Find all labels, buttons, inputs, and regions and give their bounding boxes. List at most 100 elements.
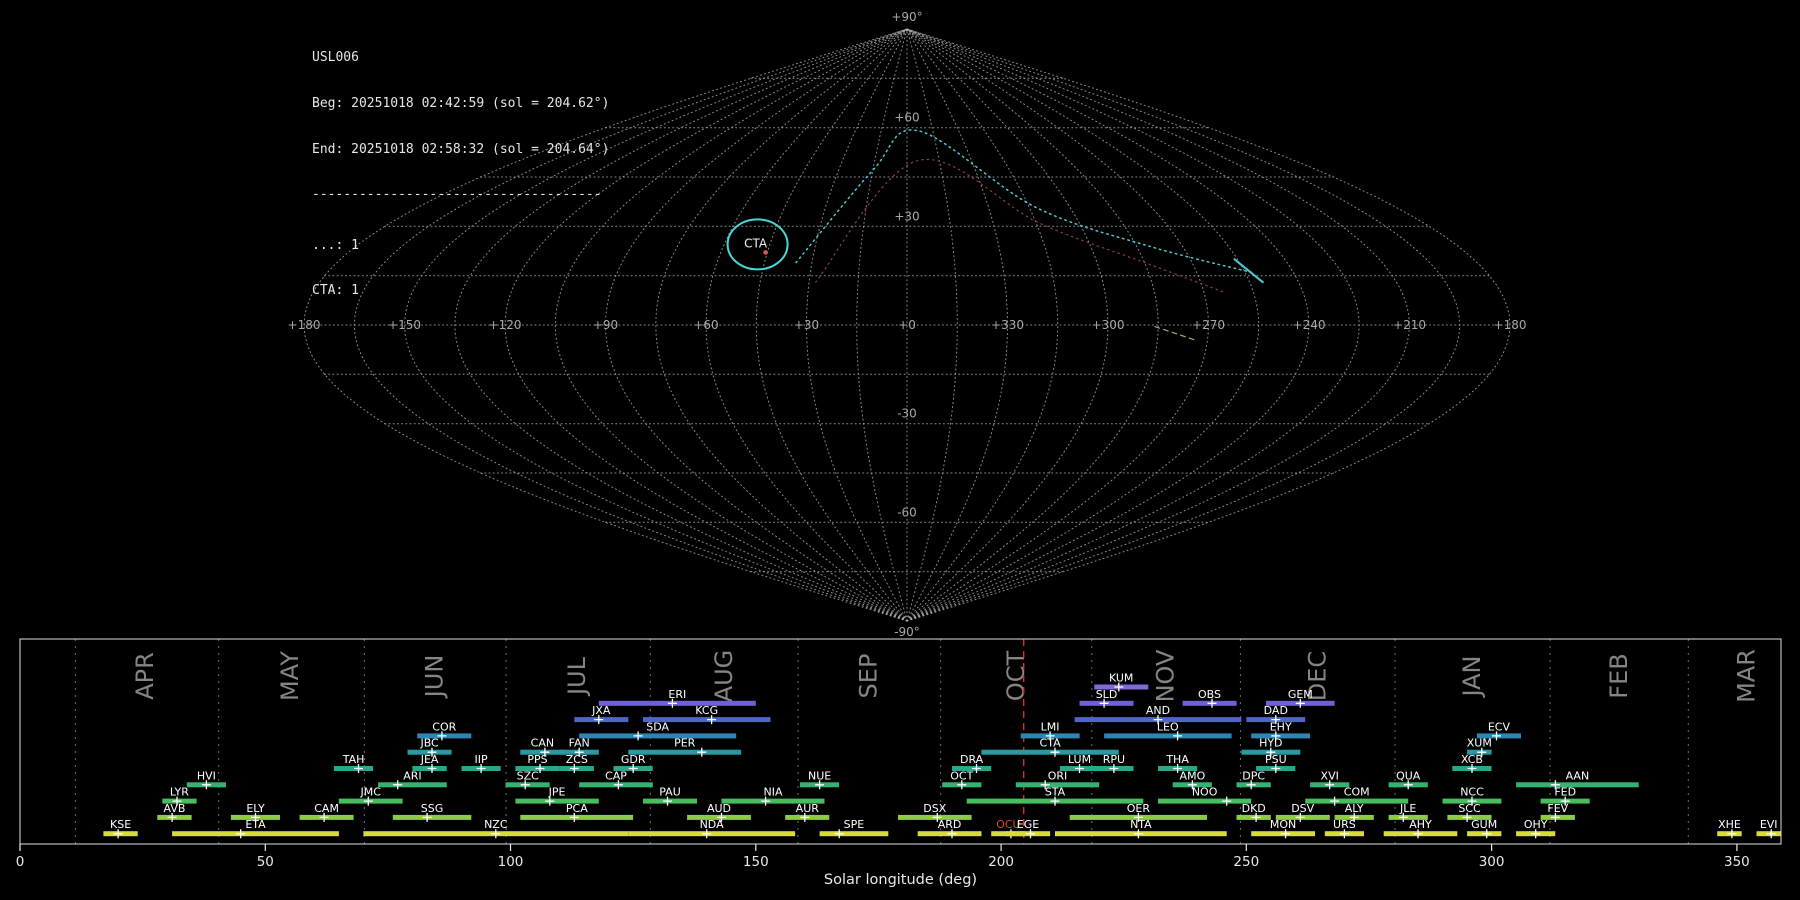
shower-code-label: ARI [403,769,421,782]
month-label: SEP [855,654,883,699]
shower-code-label: DSX [923,802,946,815]
latitude-label: -60 [897,505,917,519]
x-axis-tick-label: 0 [16,854,25,870]
shower-peak-marker [634,731,643,740]
shower-activity-bar [820,831,889,836]
longitude-label: +300 [1092,318,1125,332]
x-axis-tick-label: 200 [988,854,1014,870]
shower-code-label: LYR [170,786,189,799]
shower-code-label: GUM [1471,818,1497,831]
shower-peak-marker [393,780,402,789]
month-label: JUN [421,655,449,700]
month-label: AUG [710,650,738,703]
shower-code-label: SZC [517,769,540,782]
shower-code-label: PER [674,737,696,750]
shower-code-label: MON [1270,818,1296,831]
activity-chart: APRMAYJUNJULAUGSEPOCTNOVDECJANFEBMARKUME… [16,639,1781,888]
shower-code-label: ECV [1488,720,1511,733]
shower-code-label: PPS [527,753,547,766]
longitude-label: +240 [1293,318,1326,332]
shower-code-label: DPC [1242,769,1265,782]
station-id: USL006 [312,50,609,65]
shower-peak-marker [835,829,844,838]
month-label: OCT [1002,651,1030,702]
observation-header: USL006 Beg: 20251018 02:42:59 (sol = 204… [312,20,609,329]
x-axis-tick-label: 100 [498,854,524,870]
month-label: APR [131,652,159,700]
shower-code-label: SDA [646,720,669,733]
shower-code-label: NIA [764,786,783,799]
shower-code-label: EHY [1270,720,1292,733]
shower-code-label: ETA [245,818,266,831]
shower-code-label: AAN [1566,769,1590,782]
x-axis-tick-label: 350 [1724,854,1750,870]
shower-code-label: JBC [419,737,439,750]
x-axis-title: Solar longitude (deg) [824,872,977,888]
shower-code-label: OBS [1198,688,1221,701]
radiant-drift-dotted-curve [796,130,1252,272]
longitude-label: +180 [1494,318,1527,332]
x-axis-tick-label: 250 [1233,854,1259,870]
latitude-label: -30 [897,407,917,421]
longitude-label: +270 [1192,318,1225,332]
shower-peak-marker [697,748,706,757]
shower-code-label: ARD [938,818,962,831]
shower-code-label: SCC [1458,802,1481,815]
shower-code-label: JXA [591,704,611,717]
end-time-line: End: 20251018 02:58:32 (sol = 204.64°) [312,142,609,157]
latitude-label: +60 [894,111,919,125]
cta-shower-count: CTA: 1 [312,283,609,298]
unassociated-count: ...: 1 [312,238,609,253]
shower-code-label: PCA [566,802,588,815]
pole-label-north: +90° [891,10,922,24]
shower-activity-bar [172,831,339,836]
shower-code-label: COM [1344,786,1370,799]
shower-activity-bar [1516,782,1639,787]
shower-code-label: CAP [605,769,627,782]
shower-activity-bar [1158,799,1251,804]
shower-code-label: NTA [1130,818,1152,831]
shower-activity-bar [981,750,1118,755]
shower-code-label: FEV [1547,802,1568,815]
shower-code-label: DRA [960,753,984,766]
shower-code-label: CTA [1040,737,1062,750]
latitude-label: +30 [894,209,919,223]
x-axis-tick-label: 150 [743,854,769,870]
shower-code-label: CAN [531,737,554,750]
shower-code-label: COR [432,720,456,733]
shower-peak-marker [1222,797,1231,806]
month-label: JAN [1458,655,1486,698]
shower-code-label: EGE [1017,818,1039,831]
month-label: FEB [1605,653,1633,698]
secondary-drift-dotted-curve [816,159,1224,292]
month-label: MAY [276,651,304,701]
longitude-label: +210 [1393,318,1426,332]
longitude-label: +30 [794,318,819,332]
radiant-and-activity-plot: +90°-90°+60+30-30-60+180+150+120+90+60+3… [0,0,1800,900]
map-meridian-gridline [606,29,908,621]
shower-code-label: AUD [707,802,731,815]
month-label: MAR [1733,649,1761,703]
shower-code-label: AVB [164,802,186,815]
shower-activity-bar [579,733,736,738]
shower-code-label: SLD [1096,688,1118,701]
radiant-point [763,250,768,255]
shower-code-label: NOO [1192,786,1218,799]
shower-code-label: ERI [668,688,686,701]
shower-code-label: JLE [1399,802,1416,815]
longitude-label: +60 [693,318,718,332]
shower-code-label: KCG [695,704,718,717]
month-label: NOV [1151,649,1179,702]
shower-code-label: AHY [1409,818,1432,831]
meteor-track-solid-segment [1234,259,1262,282]
shower-activity-bar [628,831,795,836]
pole-label-south: -90° [894,625,920,639]
shower-code-label: PAU [659,786,681,799]
x-axis-tick-label: 300 [1479,854,1505,870]
shower-code-label: SPE [844,818,865,831]
shower-code-label: LEO [1157,720,1179,733]
header-divider: ------------------------------------- [312,187,609,202]
begin-time-line: Beg: 20251018 02:42:59 (sol = 204.62°) [312,96,609,111]
shower-activity-bar [378,782,447,787]
shower-code-label: XHE [1718,818,1741,831]
